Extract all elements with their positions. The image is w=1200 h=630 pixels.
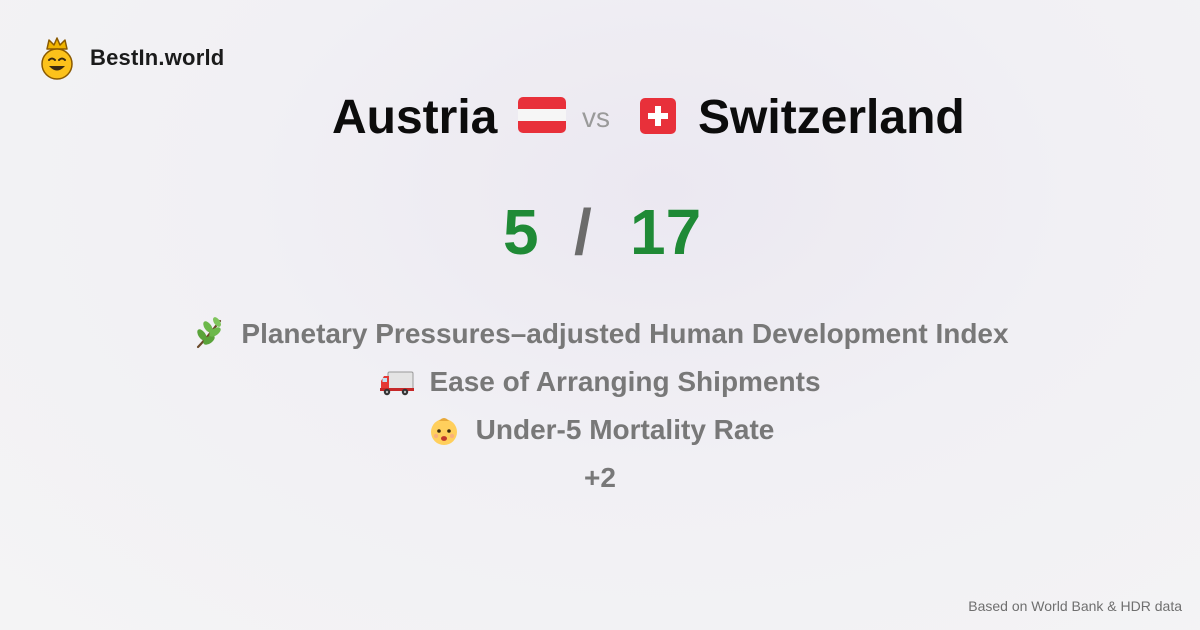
metric-list: Planetary Pressures–adjusted Human Devel…	[0, 310, 1200, 502]
score-a: 5	[503, 196, 539, 268]
metric-label: Under-5 Mortality Rate	[475, 414, 775, 445]
list-item: Planetary Pressures–adjusted Human Devel…	[0, 310, 1200, 358]
brand-name: BestIn.world	[90, 45, 225, 70]
score: 5 / 17	[0, 192, 1200, 272]
country-b-name: Switzerland	[698, 91, 965, 144]
truck-icon	[380, 371, 415, 396]
crowned-smiley-icon	[41, 37, 73, 80]
more-metrics-count: +2	[584, 462, 616, 493]
herb-icon	[197, 317, 222, 349]
list-item: Under-5 Mortality Rate	[0, 406, 1200, 454]
switzerland-flag-icon	[640, 98, 676, 134]
list-item: Ease of Arranging Shipments	[0, 358, 1200, 406]
comparison-title: Austria vs Switzerland	[0, 88, 1200, 148]
vs-label: vs	[582, 102, 610, 133]
score-b: 17	[630, 196, 702, 268]
score-separator: /	[574, 196, 592, 268]
baby-icon	[430, 418, 457, 445]
metric-label: Planetary Pressures–adjusted Human Devel…	[241, 318, 1009, 349]
country-a-name: Austria	[332, 91, 498, 144]
brand[interactable]: BestIn.world	[38, 36, 224, 80]
source-note: Based on World Bank & HDR data	[968, 598, 1182, 614]
metric-label: Ease of Arranging Shipments	[429, 366, 821, 397]
austria-flag-icon	[518, 97, 566, 133]
